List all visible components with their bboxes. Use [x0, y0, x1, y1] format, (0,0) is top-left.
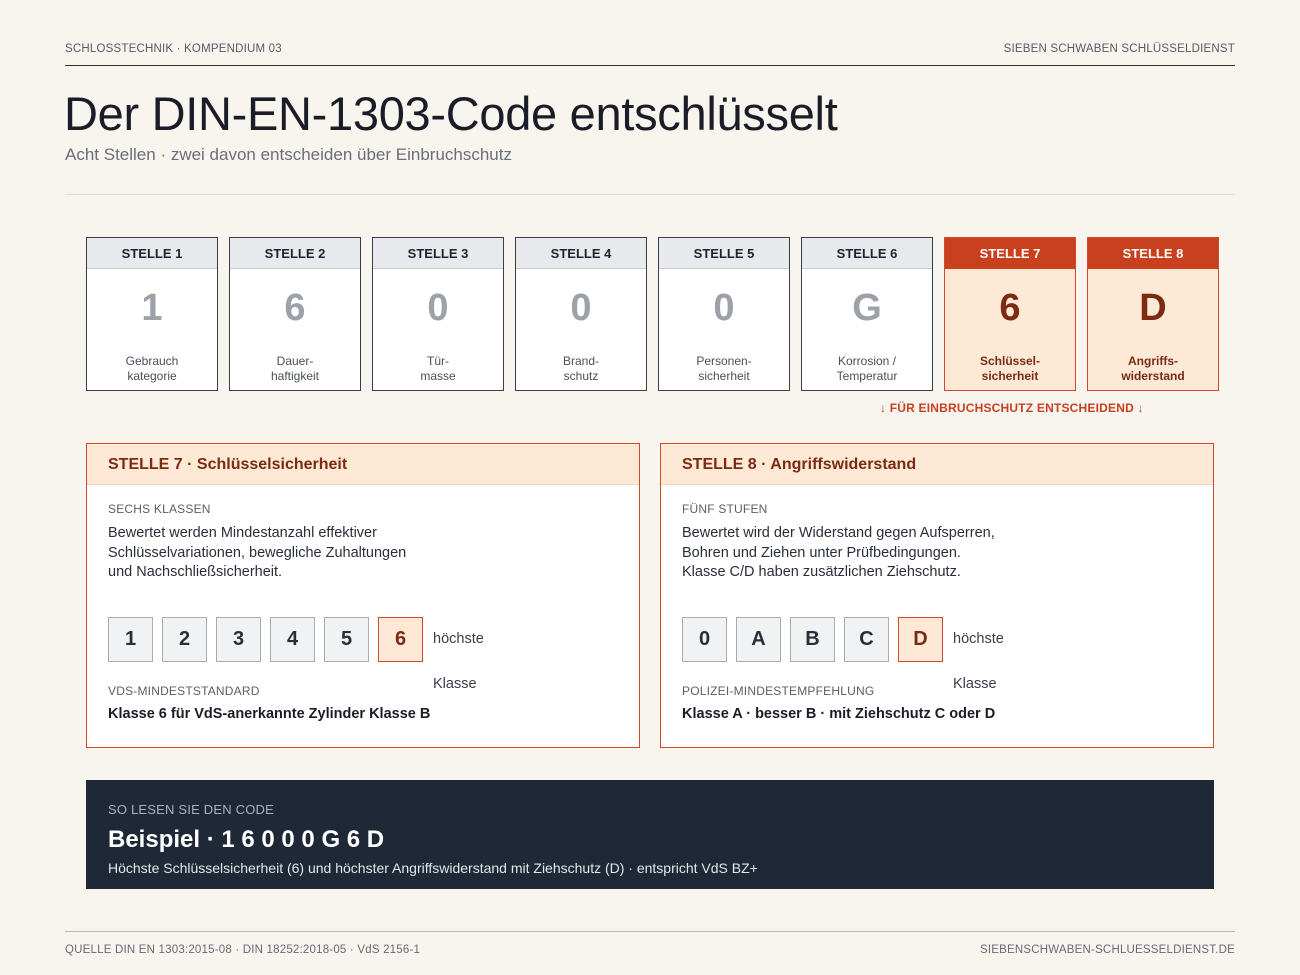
- class-chip: 2: [162, 617, 207, 662]
- digit-value: 6: [999, 287, 1021, 329]
- digit-value: 0: [570, 287, 592, 329]
- digit-value: 6: [284, 287, 306, 329]
- footer-source: QUELLE DIN EN 1303:2015-08 · DIN 18252:2…: [65, 944, 421, 956]
- digit-position-5: STELLE 5 0 Personen-sicherheit: [658, 237, 790, 391]
- highest-class-note: höchste Klasse: [433, 631, 484, 692]
- digit-label: STELLE 5: [659, 238, 789, 269]
- top-bar: SCHLOSSTECHNIK · KOMPENDIUM 03 SIEBEN SC…: [65, 40, 1235, 66]
- card-title: STELLE 7 · Schlüsselsicherheit: [87, 444, 639, 485]
- class-chip: C: [844, 617, 889, 662]
- digit-label: STELLE 7: [945, 238, 1075, 269]
- minimum-value: Klasse 6 für VdS-anerkannte Zylinder Kla…: [108, 706, 431, 722]
- digit-value: 0: [427, 287, 449, 329]
- card-description: Bewertet werden Mindestanzahl effektiver…: [108, 525, 407, 580]
- digit-description: Dauer-haftigkeit: [270, 354, 320, 383]
- header-series: SCHLOSSTECHNIK · KOMPENDIUM 03: [65, 43, 282, 55]
- digit-description: Gebrauch kategorie: [125, 354, 179, 383]
- class-chip: B: [790, 617, 835, 662]
- divider: [65, 194, 1235, 195]
- digit-label: STELLE 2: [230, 238, 360, 269]
- digit-description: Korrosion / Temperatur: [836, 354, 898, 383]
- example-panel: SO LESEN SIE DEN CODE Beispiel · 1 6 0 0…: [86, 780, 1214, 889]
- minimum-value: Klasse A · besser B · mit Ziehschutz C o…: [682, 706, 996, 722]
- card-position-8: STELLE 8 · Angriffswiderstand FÜNF STUFE…: [660, 443, 1214, 748]
- card-section-label: SECHS KLASSEN: [108, 502, 211, 516]
- digit-value: 0: [713, 287, 735, 329]
- digit-position-4: STELLE 4 0 Brand-schutz: [515, 237, 647, 391]
- highest-class-note: höchste Klasse: [953, 631, 1004, 692]
- class-chip: 1: [108, 617, 153, 662]
- digit-position-7: STELLE 7 6 Schlüssel-sicherheit: [944, 237, 1076, 391]
- minimum-label: VDS-MINDESTSTANDARD: [108, 684, 260, 698]
- example-description: Höchste Schlüsselsicherheit (6) und höch…: [108, 860, 758, 876]
- digit-description: Tür-masse: [420, 354, 456, 383]
- digit-description: Personen-sicherheit: [696, 354, 752, 383]
- footer-divider: [65, 931, 1235, 932]
- example-headline: Beispiel · 1 6 0 0 0 G 6 D: [108, 826, 385, 853]
- card-section-label: FÜNF STUFEN: [682, 502, 768, 516]
- digit-description: Brand-schutz: [562, 354, 600, 383]
- digit-label: STELLE 6: [802, 238, 932, 269]
- card-description: Bewertet wird der Widerstand gegen Aufsp…: [682, 525, 995, 580]
- header-brand: SIEBEN SCHWABEN SCHLÜSSELDIENST: [1003, 43, 1235, 55]
- class-chip: A: [736, 617, 781, 662]
- digit-position-6: STELLE 6 G Korrosion / Temperatur: [801, 237, 933, 391]
- digit-label: STELLE 1: [87, 238, 217, 269]
- class-chip: 5: [324, 617, 369, 662]
- highlight-note: ↓ FÜR EINBRUCHSCHUTZ ENTSCHEIDEND ↓: [880, 401, 1144, 415]
- minimum-label: POLIZEI-MINDESTEMPFEHLUNG: [682, 684, 875, 698]
- card-position-7: STELLE 7 · Schlüsselsicherheit SECHS KLA…: [86, 443, 640, 748]
- digit-position-1: STELLE 1 1 Gebrauch kategorie: [86, 237, 218, 391]
- digit-value: 1: [141, 287, 163, 329]
- digit-position-3: STELLE 3 0 Tür-masse: [372, 237, 504, 391]
- digit-description: Angriffs-widerstand: [1121, 354, 1185, 383]
- class-chip-highest: D: [898, 617, 943, 662]
- class-chip-highest: 6: [378, 617, 423, 662]
- digit-value: G: [852, 287, 882, 329]
- digit-label: STELLE 3: [373, 238, 503, 269]
- class-chip: 4: [270, 617, 315, 662]
- card-title: STELLE 8 · Angriffswiderstand: [661, 444, 1213, 485]
- page-subtitle: Acht Stellen · zwei davon entscheiden üb…: [65, 145, 512, 164]
- digit-label: STELLE 4: [516, 238, 646, 269]
- digit-description: Schlüssel-sicherheit: [979, 354, 1041, 383]
- digit-position-8: STELLE 8 D Angriffs-widerstand: [1087, 237, 1219, 391]
- page-title: Der DIN-EN-1303-Code entschlüsselt: [64, 87, 838, 140]
- digit-value: D: [1139, 287, 1167, 329]
- class-chip: 0: [682, 617, 727, 662]
- class-chip: 3: [216, 617, 261, 662]
- digit-label: STELLE 8: [1088, 238, 1218, 269]
- example-label: SO LESEN SIE DEN CODE: [108, 802, 275, 817]
- digit-position-2: STELLE 2 6 Dauer-haftigkeit: [229, 237, 361, 391]
- footer-website: SIEBENSCHWABEN-SCHLUESSELDIENST.DE: [980, 944, 1235, 956]
